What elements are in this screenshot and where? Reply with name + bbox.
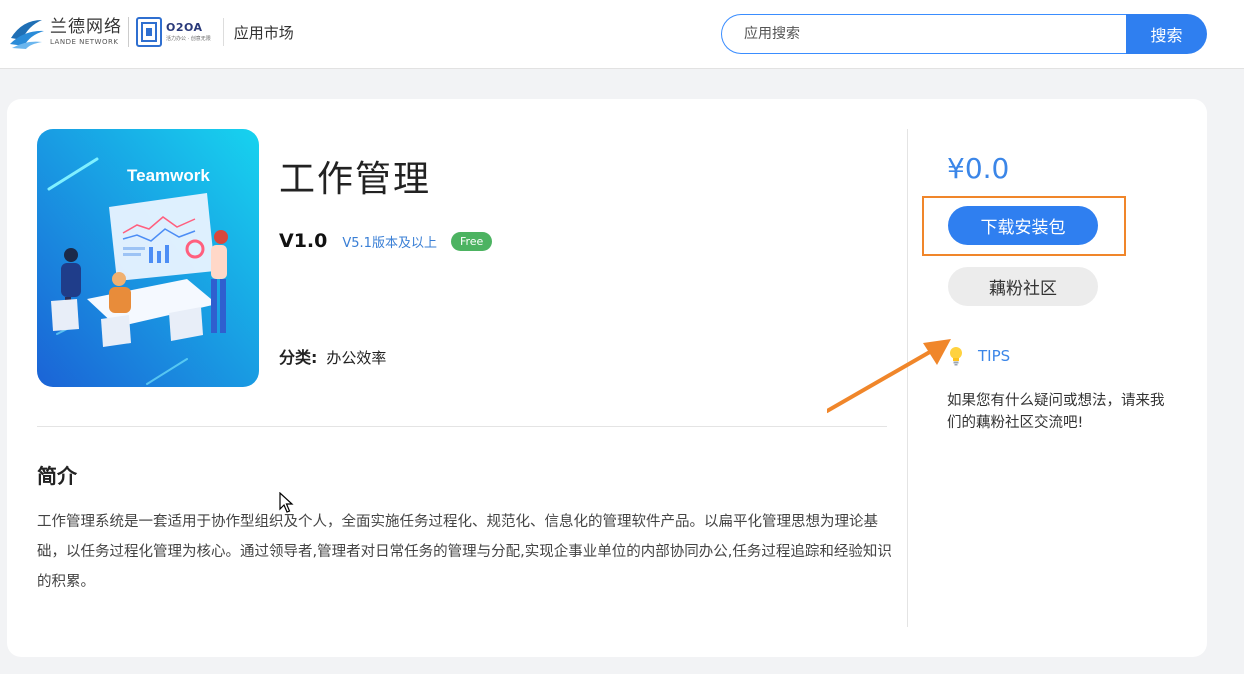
app-price: ¥0.0	[947, 152, 1010, 185]
brand-area[interactable]: 兰德网络 LANDE NETWORK O2OA 活力办公 · 创意无限 应用市场	[8, 13, 294, 51]
o2oa-name: O2OA	[166, 21, 203, 34]
title-separator	[222, 18, 224, 46]
tips-header: TIPS	[948, 346, 1010, 366]
o2oa-slogan: 活力办公 · 创意无限	[166, 36, 211, 42]
column-divider	[907, 129, 908, 627]
market-title[interactable]: 应用市场	[234, 22, 294, 43]
category-row: 分类: 办公效率	[279, 344, 386, 368]
top-bar: 兰德网络 LANDE NETWORK O2OA 活力办公 · 创意无限 应用市场…	[0, 0, 1244, 69]
category-label: 分类:	[279, 348, 318, 367]
lightbulb-icon	[950, 347, 962, 366]
search-bar: 搜索	[721, 14, 1207, 54]
o2oa-logo-icon	[136, 17, 162, 47]
brand-separator	[128, 17, 129, 47]
brand-name-cn: 兰德网络	[50, 17, 122, 37]
category-value[interactable]: 办公效率	[326, 347, 386, 368]
app-icon-caption: Teamwork	[127, 166, 210, 185]
brand-name-en: LANDE NETWORK	[50, 38, 119, 46]
brand-text: 兰德网络 LANDE NETWORK	[50, 17, 122, 47]
app-icon-image: Teamwork	[37, 129, 259, 387]
community-button[interactable]: 藕粉社区	[948, 267, 1098, 306]
free-badge: Free	[450, 231, 493, 251]
app-detail-card: Teamwork 工作管理 V1.0 V5.1版本及以上 Free 分类: 办公…	[7, 99, 1207, 657]
compatibility-note: V5.1版本及以上	[342, 235, 437, 251]
annotation-arrow-icon	[827, 339, 951, 413]
o2oa-logo: O2OA 活力办公 · 创意无限	[136, 17, 211, 47]
download-package-button[interactable]: 下载安装包	[948, 206, 1098, 245]
app-title: 工作管理	[279, 159, 432, 200]
intro-text: 工作管理系统是一套适用于协作型组织及个人，全面实施任务过程化、规范化、信息化的管…	[37, 514, 892, 590]
o2oa-text: O2OA 活力办公 · 创意无限	[166, 21, 211, 43]
version-row: V1.0 V5.1版本及以上 Free	[279, 230, 493, 252]
search-button[interactable]: 搜索	[1126, 14, 1207, 54]
app-version: V1.0	[279, 230, 328, 252]
intro-title: 简介	[37, 464, 77, 488]
section-divider	[37, 426, 887, 427]
mouse-cursor-icon	[279, 492, 294, 513]
tips-label: TIPS	[978, 347, 1011, 365]
search-input[interactable]	[721, 14, 1131, 54]
tips-text: 如果您有什么疑问或想法，请来我们的藕粉社区交流吧!	[947, 393, 1165, 431]
lande-logo-icon	[10, 20, 44, 49]
